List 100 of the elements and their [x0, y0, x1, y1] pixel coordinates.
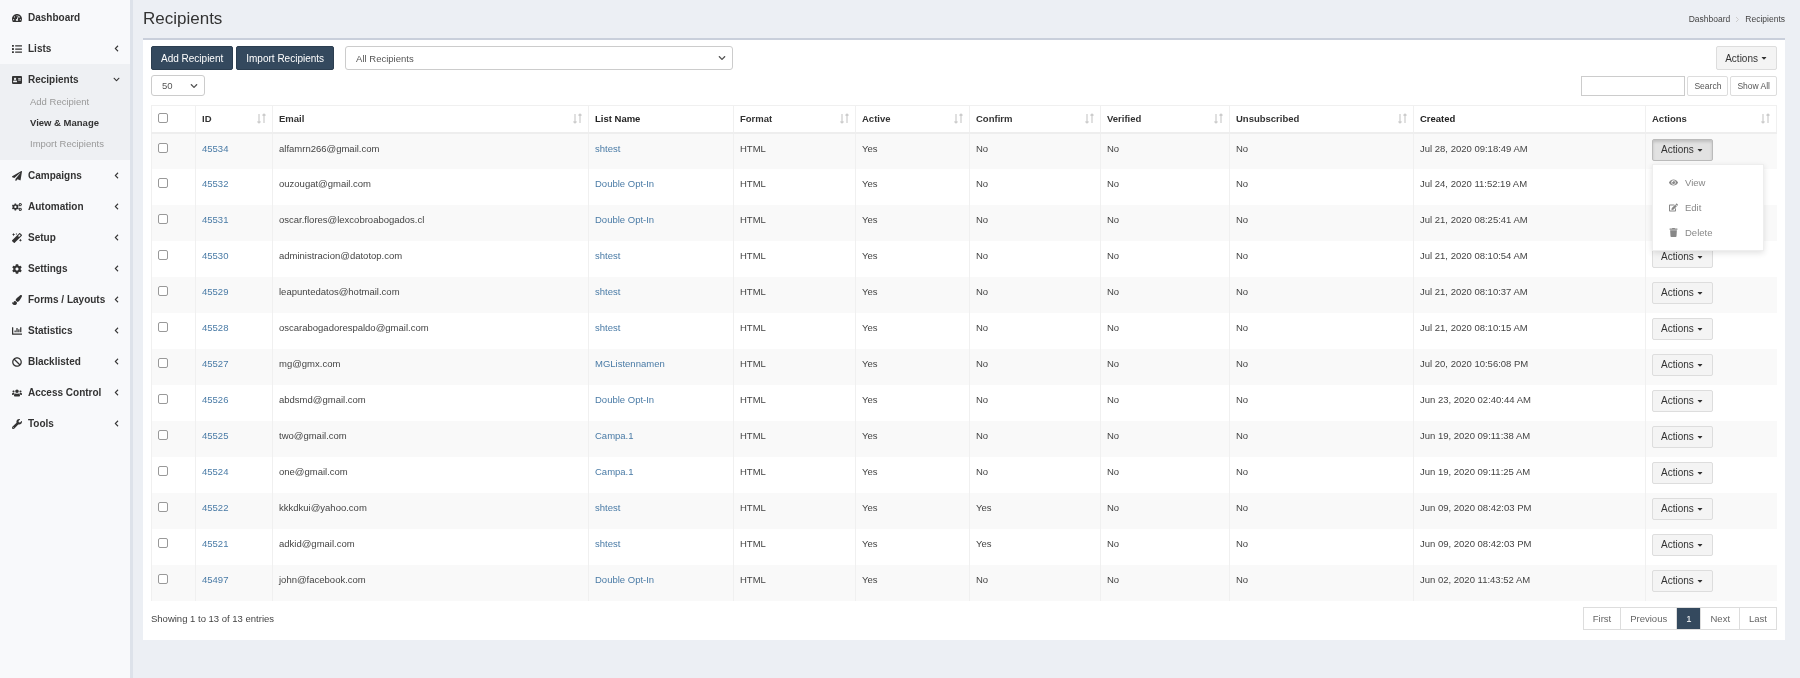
sort-icon[interactable] [1085, 113, 1094, 125]
filter-select[interactable]: All Recipients [345, 46, 734, 70]
page-button[interactable]: First [1582, 606, 1622, 630]
id-link[interactable]: 45528 [202, 321, 229, 333]
list-link[interactable]: shtest [595, 142, 621, 154]
id-link[interactable]: 45497 [202, 573, 229, 585]
checkbox[interactable] [158, 285, 168, 296]
checkbox[interactable] [158, 465, 168, 476]
sidebar-item[interactable]: Campaigns [0, 160, 130, 191]
id-link[interactable]: 45530 [202, 249, 229, 261]
sort-icon[interactable] [573, 113, 582, 125]
column-header[interactable]: Confirm [976, 113, 1013, 125]
sidebar-item[interactable]: Statistics [0, 315, 130, 346]
list-link[interactable]: Campa.1 [595, 465, 634, 477]
id-link[interactable]: 45532 [202, 177, 229, 189]
column-header[interactable]: Format [740, 113, 773, 125]
menu-item[interactable]: Edit [1653, 194, 1763, 220]
id-link[interactable]: 45526 [202, 393, 229, 405]
id-link[interactable]: 45524 [202, 465, 229, 477]
page-button[interactable]: Last [1739, 606, 1777, 630]
list-link[interactable]: Double Opt-In [595, 213, 655, 225]
checkbox[interactable] [158, 501, 168, 512]
checkbox[interactable] [158, 573, 168, 584]
list-link[interactable]: Double Opt-In [595, 573, 655, 585]
id-link[interactable]: 45527 [202, 357, 229, 369]
sort-icon[interactable] [840, 113, 849, 125]
actions-button[interactable]: Actions [1652, 389, 1713, 412]
actions-button[interactable]: Actions [1652, 138, 1713, 161]
checkbox[interactable] [158, 142, 168, 153]
sort-icon[interactable] [954, 113, 963, 125]
list-link[interactable]: Campa.1 [595, 429, 634, 441]
sort-icon[interactable] [1398, 113, 1407, 125]
actions-button[interactable]: Actions [1652, 281, 1713, 304]
actions-button[interactable]: Actions [1652, 569, 1713, 592]
list-link[interactable]: Double Opt-In [595, 393, 655, 405]
list-link[interactable]: shtest [595, 537, 621, 549]
actions-button[interactable]: Actions [1652, 425, 1713, 448]
sidebar-item[interactable]: Settings [0, 253, 130, 284]
page-button[interactable]: Next [1700, 606, 1741, 630]
column-header[interactable]: Email [279, 113, 305, 125]
sidebar-item[interactable]: Automation [0, 191, 130, 222]
id-link[interactable]: 45529 [202, 285, 229, 297]
list-link[interactable]: shtest [595, 321, 621, 333]
menu-item[interactable]: View [1653, 169, 1763, 195]
menu-item[interactable]: Delete [1653, 219, 1763, 245]
sidebar-item[interactable]: Access Control [0, 377, 130, 408]
id-link[interactable]: 45521 [202, 537, 229, 549]
sidebar-item[interactable]: Lists [0, 33, 130, 64]
actions-button[interactable]: Actions [1652, 533, 1713, 556]
breadcrumb-item[interactable]: Dashboard [1688, 14, 1731, 24]
toolbar-button[interactable]: Import Recipients [236, 46, 335, 70]
checkbox[interactable] [158, 537, 168, 548]
table-cell: Jun 09, 2020 08:42:03 PM [1420, 501, 1532, 513]
list-link[interactable]: MGListennamen [595, 357, 665, 369]
actions-button[interactable]: Actions [1652, 497, 1713, 520]
list-link[interactable]: shtest [595, 249, 621, 261]
checkbox[interactable] [158, 393, 168, 404]
checkbox[interactable] [158, 429, 168, 440]
search-field[interactable] [1581, 75, 1686, 96]
checkbox[interactable] [158, 213, 168, 224]
page-button[interactable]: 1 [1676, 606, 1702, 630]
column-header[interactable]: Active [862, 113, 891, 125]
list-link[interactable]: Double Opt-In [595, 177, 655, 189]
search-button[interactable]: Search [1687, 75, 1729, 96]
actions-button[interactable]: Actions [1716, 46, 1777, 70]
list-link[interactable]: shtest [595, 501, 621, 513]
actions-button[interactable]: Actions [1652, 317, 1713, 340]
column-header[interactable]: Unsubscribed [1236, 113, 1300, 125]
column-header[interactable]: Actions [1652, 113, 1687, 125]
column-header[interactable]: List Name [595, 113, 641, 125]
checkbox[interactable] [158, 249, 168, 260]
page-button[interactable]: Previous [1620, 606, 1678, 630]
id-link[interactable]: 45531 [202, 213, 229, 225]
sort-icon[interactable] [1761, 113, 1770, 125]
sidebar-item[interactable]: Forms / Layouts [0, 284, 130, 315]
toolbar-button[interactable]: Add Recipient [151, 46, 234, 70]
column-header[interactable]: ID [202, 113, 212, 125]
sort-icon[interactable] [257, 113, 266, 125]
sort-icon[interactable] [1214, 113, 1223, 125]
per-page-select[interactable]: 50 [151, 75, 205, 96]
sidebar-item[interactable]: Tools [0, 408, 130, 439]
show-all-button[interactable]: Show All [1730, 75, 1777, 96]
address-card-icon [12, 74, 22, 85]
sidebar-item[interactable]: Setup [0, 222, 130, 253]
actions-button[interactable]: Actions [1652, 353, 1713, 376]
list-link[interactable]: shtest [595, 285, 621, 297]
sidebar-item[interactable]: Blacklisted [0, 346, 130, 377]
sidebar-item[interactable]: Dashboard [0, 2, 130, 33]
checkbox[interactable] [158, 112, 168, 123]
checkbox[interactable] [158, 177, 168, 188]
sidebar-subitem[interactable]: View & Manage [0, 112, 130, 133]
column-header[interactable]: Verified [1107, 113, 1142, 125]
actions-button[interactable]: Actions [1652, 461, 1713, 484]
checkbox[interactable] [158, 321, 168, 332]
id-link[interactable]: 45522 [202, 501, 229, 513]
checkbox[interactable] [158, 357, 168, 368]
table-cell: HTML [740, 142, 766, 154]
id-link[interactable]: 45534 [202, 142, 229, 154]
column-header[interactable]: Created [1420, 113, 1456, 125]
id-link[interactable]: 45525 [202, 429, 229, 441]
